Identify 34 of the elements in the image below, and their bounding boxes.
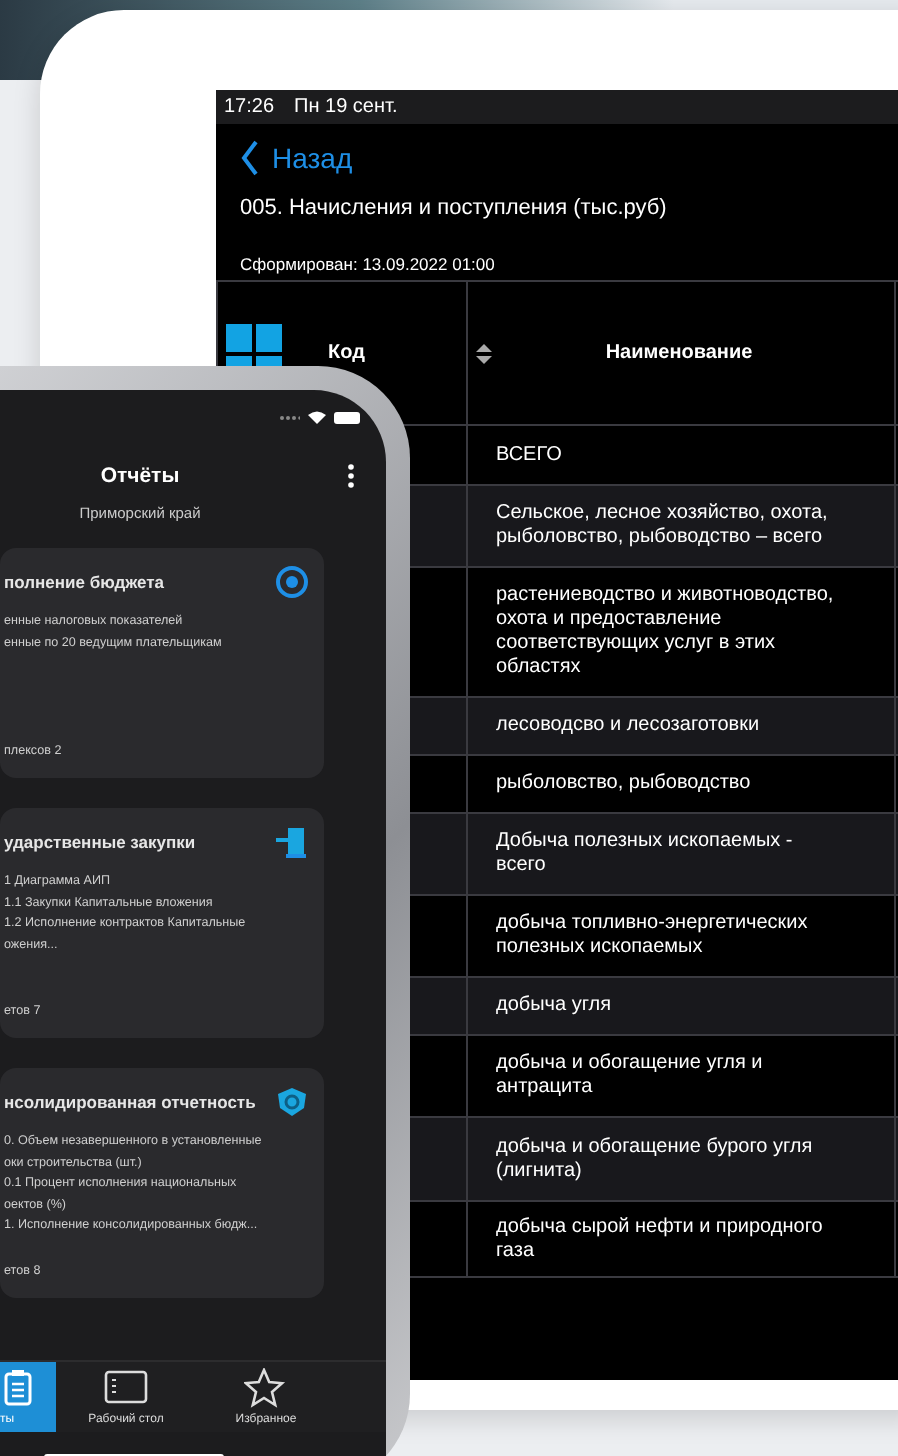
report-title: 005. Начисления и поступления (тыс.руб)	[238, 194, 669, 224]
card-title: ударственные закупки	[4, 832, 196, 852]
target-icon	[276, 566, 308, 598]
door-icon	[276, 826, 308, 858]
table-cell: добыча и обогащение угля и антрацита	[496, 1052, 763, 1098]
generated-date: Сформирован: 13.09.2022 01:00	[238, 252, 497, 278]
table-cell: добыча и обогащение бурого угля (лигнита)	[496, 1135, 813, 1181]
table-cell: добыча сырой нефти и природного газа	[496, 1215, 823, 1261]
status-date: Пн 19 сент.	[294, 96, 398, 118]
table-cell: Добыча полезных ископаемых - всего	[496, 830, 793, 876]
sort-icon[interactable]	[476, 343, 492, 363]
table-cell: растениеводство и животноводство, охота и предоставление соответствующих услуг в этих областях	[496, 584, 834, 678]
star-icon	[244, 1368, 288, 1408]
back-button[interactable]: Назад	[216, 124, 353, 176]
table-cell: ВСЕГО	[496, 443, 562, 465]
table-cell: лесоводсво и лесозаготовки	[496, 714, 760, 736]
screen-title: Отчёты	[100, 464, 180, 488]
more-menu-icon[interactable]	[348, 464, 354, 488]
table-cell: рыболовство, рыбоводство	[496, 772, 751, 794]
clipboard-icon	[0, 1368, 36, 1408]
shield-icon	[276, 1086, 308, 1118]
wifi-icon	[308, 410, 326, 424]
table-cell: добыча угля	[496, 994, 612, 1016]
status-time: 17:26	[224, 96, 275, 118]
desktop-icon	[104, 1368, 148, 1408]
column-header[interactable]: Код	[328, 341, 365, 363]
battery-icon	[334, 411, 362, 423]
signal-icon	[280, 413, 300, 421]
column-header[interactable]: Наименование	[492, 341, 866, 365]
card-title: нсолидированная отчетность	[4, 1092, 256, 1112]
card-title: полнение бюджета	[4, 572, 165, 592]
chevron-left-icon	[240, 140, 260, 176]
table-cell: добыча топливно-энергетических полезных ископаемых	[496, 912, 808, 958]
table-cell: Сельское, лесное хозяйство, охота, рыболовство, рыбоводство – всего	[496, 502, 828, 548]
